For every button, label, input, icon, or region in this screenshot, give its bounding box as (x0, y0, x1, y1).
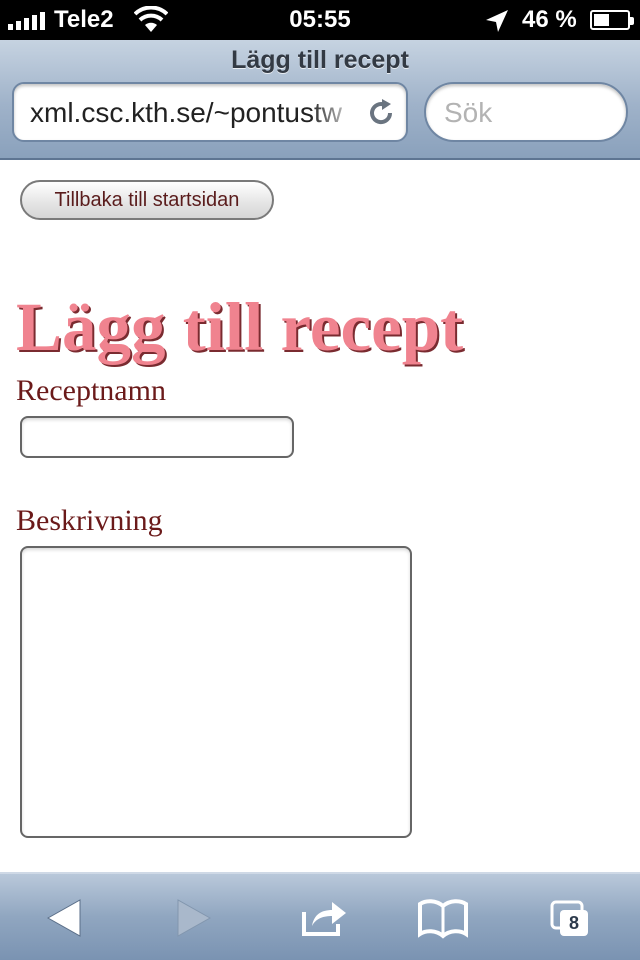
address-bar[interactable]: xml.csc.kth.se/~pontustw (12, 82, 408, 142)
browser-toolbar: Lägg till recept xml.csc.kth.se/~pontust… (0, 40, 640, 160)
location-arrow-icon (486, 10, 508, 32)
reload-icon[interactable] (366, 98, 396, 128)
description-label: Beskrivning (16, 504, 163, 537)
status-bar: Tele2 05:55 46 % (0, 0, 640, 40)
page-title: Lägg till recept (231, 46, 409, 74)
battery-fill (594, 14, 609, 26)
url-text[interactable]: xml.csc.kth.se/~pontustw (30, 97, 360, 129)
tabs-count-badge: 8 (560, 910, 588, 936)
forward-arrow-icon[interactable] (168, 896, 218, 940)
recipe-name-label: Receptnamn (16, 374, 166, 407)
back-arrow-icon[interactable] (40, 896, 90, 940)
search-input[interactable] (444, 96, 614, 130)
bookmarks-icon[interactable] (418, 896, 468, 940)
description-textarea[interactable] (20, 546, 412, 838)
recipe-name-input[interactable] (20, 416, 294, 458)
page-heading: Lägg till recept (16, 289, 464, 365)
share-icon[interactable] (300, 896, 350, 940)
back-to-start-button[interactable]: Tillbaka till startsidan (20, 180, 274, 220)
battery-icon (590, 10, 634, 30)
battery-percentage: 46 % (522, 6, 577, 33)
tabs-button[interactable]: 8 (548, 896, 598, 940)
bottom-toolbar: 8 (0, 872, 640, 960)
search-field[interactable] (424, 82, 628, 142)
